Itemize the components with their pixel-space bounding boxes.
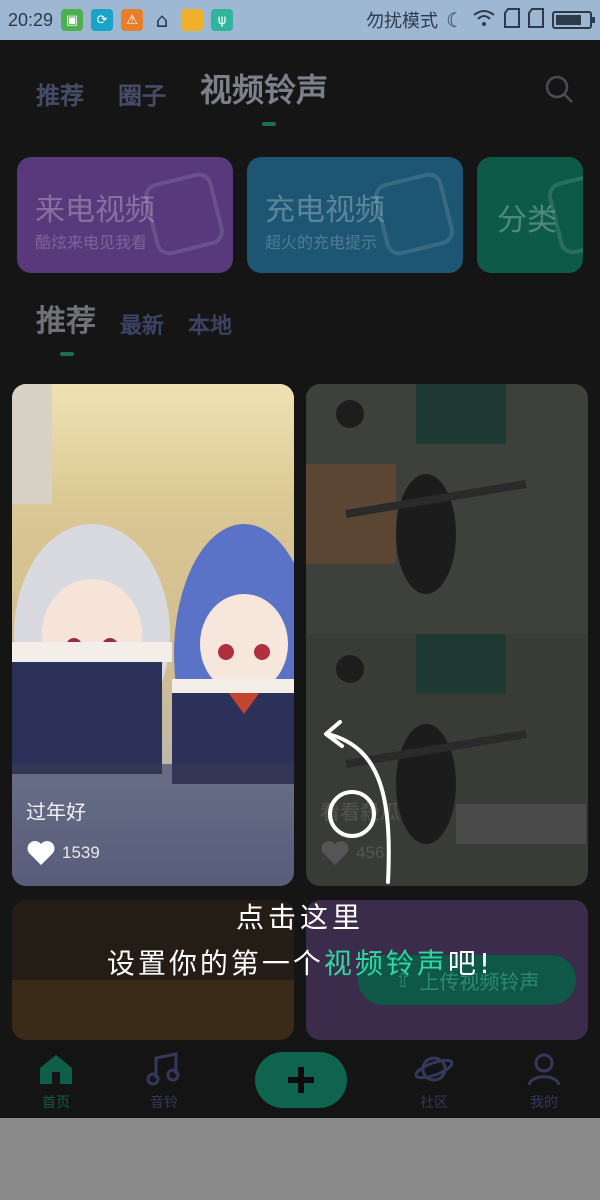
tab-recommend[interactable]: 推荐 (36, 76, 84, 111)
video-card[interactable]: 过年好 1539 (12, 384, 294, 886)
category-title: 充电视频 (265, 193, 385, 228)
sub-tab-indicator (60, 352, 74, 356)
search-button[interactable] (544, 74, 574, 104)
video-card[interactable]: 看看殺瓜 456 (306, 384, 588, 886)
guide-line-2: 设置你的第一个视频铃声吧! (0, 942, 600, 982)
wifi-icon (472, 9, 496, 32)
category-title: 来电视频 (35, 193, 155, 228)
plus-icon (288, 1067, 314, 1093)
cleaner-icon: ⌂ (155, 8, 169, 32)
battery-charge-icon (371, 169, 457, 259)
top-tabs: 推荐 圈子 视频铃声 (36, 65, 328, 111)
add-button[interactable] (255, 1052, 347, 1108)
nav-label: 我的 (530, 1095, 558, 1111)
guide-line-1: 点击这里 (235, 901, 364, 934)
tab-circle[interactable]: 圈子 (118, 76, 166, 111)
category-charging-video[interactable]: 充电视频 超火的充电提示 (247, 157, 463, 273)
video-likes: 1539 (26, 840, 100, 866)
heart-icon (321, 841, 349, 865)
category-incoming-call-video[interactable]: 来电视频 酷炫来电见我看 (17, 157, 233, 273)
sync-notification-icon: ⟳ (91, 9, 114, 31)
status-time: 20:29 (8, 9, 54, 30)
nav-ringtone[interactable]: 音铃 (124, 1052, 204, 1112)
top-tab-indicator (262, 122, 276, 126)
warning-icon: ⚠ (121, 9, 144, 31)
planet-icon (414, 1056, 454, 1082)
app-notification-icon: ▣ (61, 9, 84, 31)
like-count: 456 (356, 843, 385, 862)
heart-icon (27, 841, 55, 865)
video-title: 看看殺瓜 (320, 800, 400, 824)
video-title: 过年好 (26, 800, 86, 824)
like-count: 1539 (62, 843, 100, 862)
status-bar: 20:29 ▣ ⟳ ⚠ ⌂ ψ 勿扰模式 ☾ (0, 0, 600, 40)
nav-label: 首页 (42, 1095, 70, 1111)
app-screen: 20:29 ▣ ⟳ ⚠ ⌂ ψ 勿扰模式 ☾ 推荐 圈子 视频铃声 来电视频 酷… (0, 0, 600, 1118)
guide-line-2-suffix: 吧! (447, 947, 494, 980)
music-note-icon (146, 1052, 180, 1086)
folder-icon (181, 9, 204, 31)
sim1-icon (504, 7, 520, 33)
nav-label: 音铃 (150, 1095, 178, 1111)
category-subtitle: 酷炫来电见我看 (35, 233, 148, 252)
nav-label: 社区 (420, 1095, 448, 1111)
category-classify[interactable]: 分类 (477, 157, 583, 273)
home-icon (40, 1055, 72, 1084)
nav-mine[interactable]: 我的 (504, 1052, 584, 1112)
moon-icon: ☾ (446, 8, 464, 32)
guide-line-2-prefix: 设置你的第一个 (106, 947, 324, 980)
usb-icon: ψ (211, 9, 234, 31)
guide-highlight: 视频铃声 (323, 947, 448, 980)
phone-icon (141, 169, 227, 259)
subtab-recommend[interactable]: 推荐 (36, 296, 96, 340)
guide-tip: 点击这里 设置你的第一个视频铃声吧! (0, 896, 600, 982)
sub-tabs: 推荐 最新 本地 (36, 296, 232, 340)
tab-video-ringtone[interactable]: 视频铃声 (200, 65, 328, 111)
subtab-local[interactable]: 本地 (188, 308, 232, 340)
bottom-nav: 首页 音铃 社区 我的 (0, 1040, 600, 1118)
sim2-icon (528, 7, 544, 33)
battery-icon (552, 11, 595, 29)
subtab-latest[interactable]: 最新 (120, 308, 164, 340)
search-icon (545, 75, 573, 103)
video-thumbnail (12, 980, 294, 1040)
nav-community[interactable]: 社区 (394, 1052, 474, 1112)
dnd-label: 勿扰模式 (366, 11, 439, 32)
user-icon (527, 1053, 561, 1086)
category-subtitle: 超火的充电提示 (265, 233, 378, 252)
video-likes: 456 (320, 840, 384, 866)
nav-home[interactable]: 首页 (16, 1052, 96, 1112)
